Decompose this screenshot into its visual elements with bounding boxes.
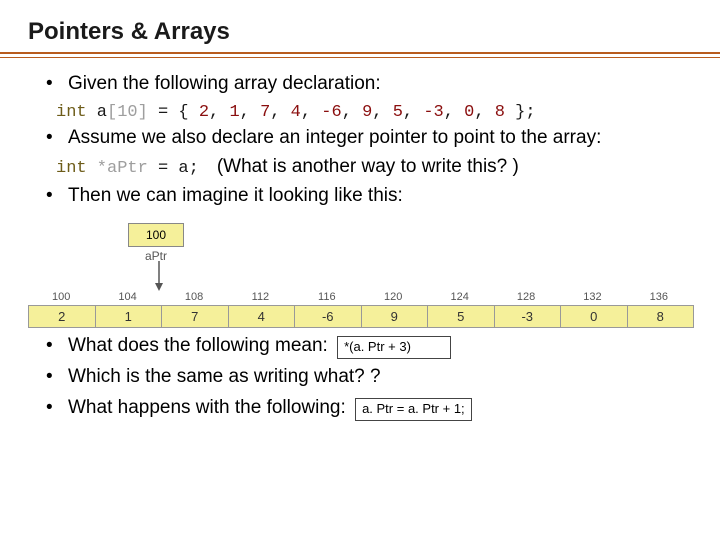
bullet-given: Given the following array declaration: bbox=[46, 72, 692, 97]
kw-int: int bbox=[56, 103, 87, 122]
addr-cell: 128 bbox=[493, 291, 559, 305]
question-another-way: (What is another way to write this? ) bbox=[217, 156, 519, 178]
code-ptr-rest: = a; bbox=[148, 159, 199, 178]
addr-cell: 112 bbox=[227, 291, 293, 305]
bullet-same: Which is the same as writing what? ? bbox=[46, 365, 692, 390]
value-cell: 2 bbox=[29, 306, 96, 327]
code-ptr-name: aPtr bbox=[107, 159, 148, 178]
memory-diagram: 100 aPtr 100 104 108 112 116 120 124 128… bbox=[28, 223, 692, 328]
value-cell: -3 bbox=[495, 306, 562, 327]
bullet-imagine: Then we can imagine it looking like this… bbox=[46, 184, 692, 209]
aptr-box: 100 bbox=[128, 223, 184, 247]
kw-int-2: int bbox=[56, 159, 87, 178]
bullet-assume: Assume we also declare an integer pointe… bbox=[46, 126, 692, 151]
value-cell: 1 bbox=[96, 306, 163, 327]
code-name: a bbox=[87, 103, 107, 122]
value-cell: 7 bbox=[162, 306, 229, 327]
ptr-decl-row: int *aPtr = a; (What is another way to w… bbox=[56, 156, 692, 178]
code-v3: 4 bbox=[291, 103, 301, 122]
aptr-box-wrap: 100 aPtr bbox=[128, 223, 184, 263]
bullet-list-2: Assume we also declare an integer pointe… bbox=[46, 126, 692, 151]
code-v6: 5 bbox=[393, 103, 403, 122]
slide-title: Pointers & Arrays bbox=[28, 18, 692, 52]
addr-cell: 136 bbox=[626, 291, 692, 305]
code-v2: 7 bbox=[260, 103, 270, 122]
bullet-list-1: Given the following array declaration: bbox=[46, 72, 692, 97]
value-cell: -6 bbox=[295, 306, 362, 327]
code-v8: 0 bbox=[464, 103, 474, 122]
arrow-down-icon bbox=[155, 261, 175, 291]
addr-cell: 132 bbox=[559, 291, 625, 305]
aptr-box-row: 100 aPtr bbox=[128, 223, 692, 263]
code-star: * bbox=[87, 159, 107, 178]
code-box-deref: *(a. Ptr + 3) bbox=[337, 336, 451, 359]
addr-cell: 108 bbox=[161, 291, 227, 305]
code-eq: = { bbox=[148, 103, 199, 122]
bullet-mean: What does the following mean: *(a. Ptr +… bbox=[46, 334, 692, 359]
addr-cell: 104 bbox=[94, 291, 160, 305]
bullet-list-3: What does the following mean: *(a. Ptr +… bbox=[46, 334, 692, 420]
addr-cell: 124 bbox=[426, 291, 492, 305]
code-v1: 1 bbox=[229, 103, 239, 122]
bullet-happens-text: What happens with the following: bbox=[68, 397, 346, 418]
title-underline bbox=[0, 52, 720, 58]
code-v7: -3 bbox=[423, 103, 443, 122]
value-cell: 9 bbox=[362, 306, 429, 327]
code-ptr-decl: int *aPtr = a; bbox=[56, 159, 199, 178]
code-box-incr: a. Ptr = a. Ptr + 1; bbox=[355, 398, 472, 421]
value-cell: 0 bbox=[561, 306, 628, 327]
bullet-list-2b: Then we can imagine it looking like this… bbox=[46, 184, 692, 209]
code-v0: 2 bbox=[199, 103, 209, 122]
addr-cell: 116 bbox=[294, 291, 360, 305]
value-cell: 8 bbox=[628, 306, 694, 327]
value-row: 2 1 7 4 -6 9 5 -3 0 8 bbox=[28, 305, 694, 328]
address-row: 100 104 108 112 116 120 124 128 132 136 bbox=[28, 291, 692, 305]
value-cell: 5 bbox=[428, 306, 495, 327]
code-close: }; bbox=[505, 103, 536, 122]
code-v4: -6 bbox=[321, 103, 341, 122]
code-v5: 9 bbox=[362, 103, 372, 122]
code-array-decl: int a[10] = { 2, 1, 7, 4, -6, 9, 5, -3, … bbox=[56, 103, 692, 122]
addr-cell: 100 bbox=[28, 291, 94, 305]
bullet-mean-text: What does the following mean: bbox=[68, 335, 328, 356]
code-v9: 8 bbox=[495, 103, 505, 122]
addr-cell: 120 bbox=[360, 291, 426, 305]
code-size: [10] bbox=[107, 103, 148, 122]
value-cell: 4 bbox=[229, 306, 296, 327]
bullet-happens: What happens with the following: a. Ptr … bbox=[46, 396, 692, 421]
